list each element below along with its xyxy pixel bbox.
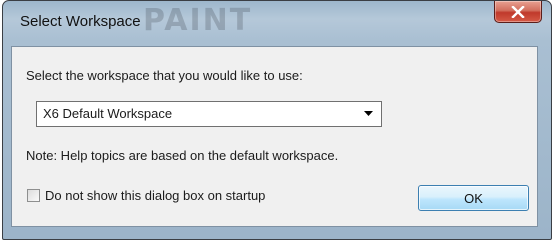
- workspace-select-value: X6 Default Workspace: [43, 106, 173, 121]
- window-title: Select Workspace: [20, 13, 141, 30]
- workspace-select[interactable]: X6 Default Workspace: [36, 101, 382, 127]
- titlebar-background-logo: PAINT: [143, 3, 253, 38]
- startup-checkbox-row[interactable]: Do not show this dialog box on startup: [27, 188, 265, 203]
- startup-checkbox[interactable]: [27, 189, 40, 202]
- help-note: Note: Help topics are based on the defau…: [26, 148, 339, 163]
- close-button[interactable]: [494, 1, 542, 23]
- ok-button[interactable]: OK: [418, 185, 529, 211]
- workspace-prompt: Select the workspace that you would like…: [26, 68, 303, 83]
- chevron-down-icon: [364, 111, 373, 116]
- startup-checkbox-label[interactable]: Do not show this dialog box on startup: [45, 188, 265, 203]
- close-icon: [511, 5, 525, 18]
